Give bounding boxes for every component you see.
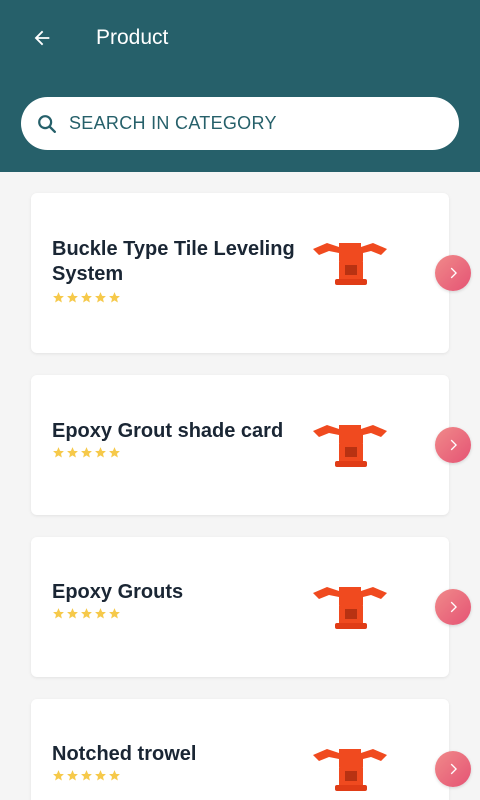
star-icon — [95, 770, 106, 781]
star-rating — [52, 607, 121, 620]
product-card[interactable]: Epoxy Grouts — [31, 537, 471, 677]
page-title: Product — [96, 26, 169, 49]
star-icon — [95, 608, 106, 619]
star-icon — [53, 770, 64, 781]
back-button[interactable] — [26, 22, 58, 54]
star-icon — [53, 447, 64, 458]
open-product-button[interactable] — [435, 427, 471, 463]
star-icon — [67, 608, 78, 619]
product-name: Buckle Type Tile Leveling System — [52, 238, 295, 285]
star-icon — [67, 447, 78, 458]
product-image — [313, 587, 387, 629]
open-product-button[interactable] — [435, 751, 471, 787]
search-input[interactable] — [69, 113, 429, 134]
star-rating — [52, 769, 121, 782]
chevron-right-icon — [450, 267, 457, 279]
product-card[interactable]: Notched trowel — [31, 699, 471, 800]
product-image — [313, 425, 387, 467]
star-icon — [81, 608, 92, 619]
product-name: Epoxy Grouts — [52, 581, 184, 603]
star-icon — [95, 447, 106, 458]
star-icon — [53, 608, 64, 619]
product-card[interactable]: Epoxy Grout shade card — [31, 375, 471, 515]
arrow-left-icon — [34, 30, 50, 46]
search-icon — [35, 112, 59, 136]
star-icon — [81, 447, 92, 458]
product-name: Notched trowel — [52, 743, 197, 765]
open-product-button[interactable] — [435, 589, 471, 625]
chevron-right-icon — [450, 601, 457, 613]
star-icon — [109, 608, 120, 619]
product-name: Epoxy Grout shade card — [52, 420, 284, 442]
star-icon — [53, 292, 64, 303]
star-icon — [109, 770, 120, 781]
open-product-button[interactable] — [435, 255, 471, 291]
chevron-right-icon — [450, 439, 457, 451]
star-rating — [52, 446, 121, 459]
star-icon — [95, 292, 106, 303]
star-icon — [109, 292, 120, 303]
product-image — [313, 749, 387, 791]
star-rating — [52, 291, 121, 304]
star-icon — [81, 292, 92, 303]
chevron-right-icon — [450, 763, 457, 775]
app-header: Product — [0, 0, 480, 172]
product-image — [313, 243, 387, 285]
star-icon — [109, 447, 120, 458]
search-bar[interactable] — [21, 97, 459, 150]
star-icon — [67, 292, 78, 303]
star-icon — [81, 770, 92, 781]
product-card[interactable]: Buckle Type Tile Leveling System — [31, 193, 471, 353]
star-icon — [67, 770, 78, 781]
